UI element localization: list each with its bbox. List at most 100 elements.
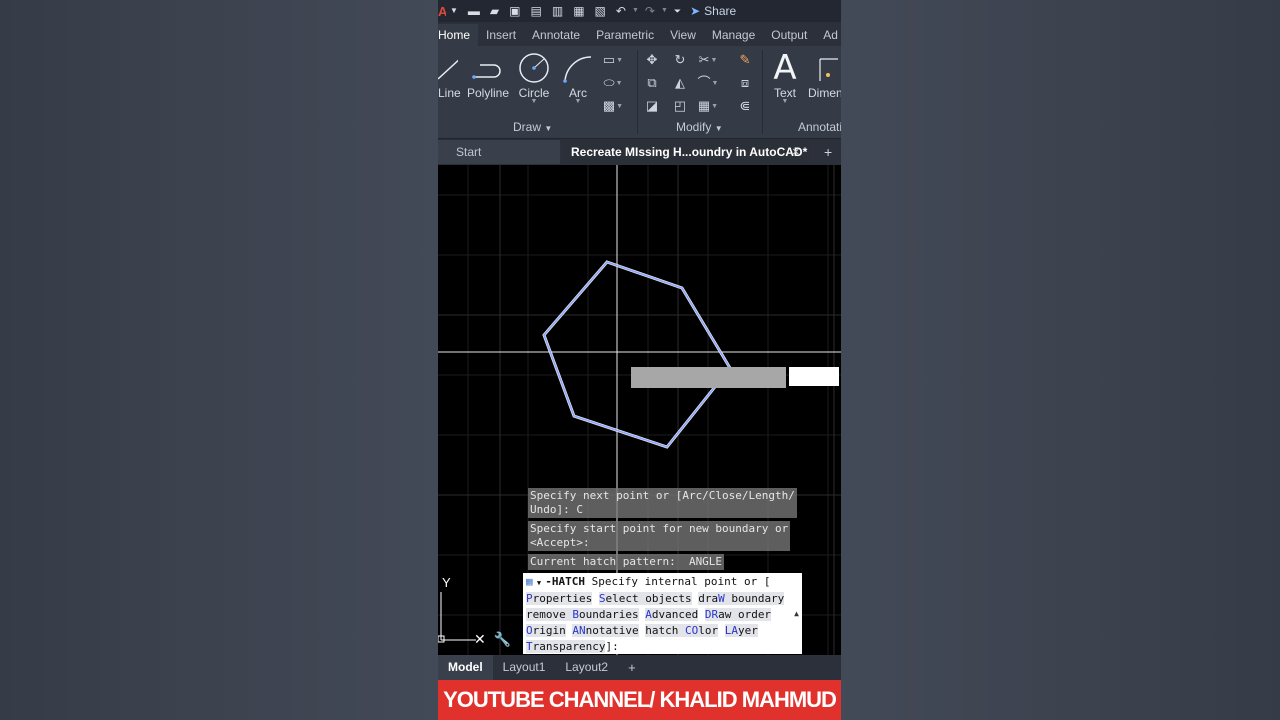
- command-history-line-1: Specify next point or [Arc/Close/Length/…: [528, 488, 797, 518]
- print-icon[interactable]: ▧: [595, 0, 606, 22]
- scroll-up-icon[interactable]: ▲: [794, 606, 799, 622]
- background-right: [841, 0, 1280, 720]
- polyline-tool-button[interactable]: Polyline: [466, 50, 510, 100]
- ribbon-tabs: Home Insert Annotate Parametric View Man…: [438, 24, 841, 46]
- ellipse-icon[interactable]: ⬭▼: [598, 73, 628, 92]
- undo-icon[interactable]: ↶: [616, 0, 626, 22]
- export-icon[interactable]: ▦: [573, 0, 584, 22]
- option-rest: lor: [698, 624, 719, 637]
- line-tool-button[interactable]: Line: [438, 50, 461, 100]
- tab-annotate[interactable]: Annotate: [524, 24, 588, 46]
- option-key: A: [645, 608, 652, 621]
- close-tab-icon[interactable]: ×: [792, 140, 800, 164]
- tab-manage[interactable]: Manage: [704, 24, 763, 46]
- option-rest: roperties: [532, 592, 593, 605]
- trim-icon[interactable]: ✂▼: [694, 50, 722, 69]
- array-icon[interactable]: ▦▼: [694, 96, 722, 115]
- option-hatch-color[interactable]: hatch COlor: [645, 624, 719, 637]
- text-tool-button[interactable]: A Text ▼: [768, 48, 802, 105]
- command-name: -HATCH: [545, 575, 586, 588]
- draw-small-tools: ▭▼ ⬭▼ ▩▼: [598, 50, 628, 115]
- modify-panel-label[interactable]: Modify ▼: [676, 120, 723, 134]
- draw-panel-label[interactable]: Draw ▼: [513, 120, 552, 134]
- copy-icon[interactable]: ⧉: [638, 73, 666, 92]
- explode-icon[interactable]: ⧈: [734, 73, 756, 92]
- app-menu-caret-icon[interactable]: ▼: [450, 0, 458, 22]
- dynamic-input-tooltip: [631, 367, 786, 388]
- tab-parametric[interactable]: Parametric: [588, 24, 662, 46]
- tab-start[interactable]: Start: [438, 140, 560, 164]
- tab-home[interactable]: Home: [438, 24, 479, 46]
- customize-wrench-icon[interactable]: 🔧: [494, 631, 511, 648]
- save-icon[interactable]: ▣: [509, 0, 520, 22]
- tab-output[interactable]: Output: [763, 24, 815, 46]
- open-folder-icon[interactable]: ▰: [490, 0, 499, 22]
- tab-layout1[interactable]: Layout1: [493, 655, 556, 680]
- stretch-icon[interactable]: ◪: [638, 96, 666, 115]
- option-remove-boundaries[interactable]: remove Boundaries: [526, 608, 639, 621]
- draw-panel-text: Draw: [513, 120, 542, 134]
- rotate-icon[interactable]: ↻: [666, 50, 694, 69]
- redo-caret-icon[interactable]: ▼: [661, 0, 668, 22]
- option-annotative[interactable]: ANnotative: [572, 624, 639, 637]
- scale-icon[interactable]: ◰: [666, 96, 694, 115]
- tab-addins[interactable]: Ad: [815, 24, 838, 46]
- recent-commands-caret-icon[interactable]: ▼: [533, 579, 546, 587]
- option-draw-order[interactable]: DRaw order: [704, 608, 772, 621]
- new-file-icon[interactable]: ▬: [468, 0, 480, 22]
- offset-icon[interactable]: ⋐: [734, 96, 756, 115]
- redo-icon[interactable]: ↷: [645, 0, 655, 22]
- circle-tool-button[interactable]: Circle ▼: [516, 50, 552, 105]
- annotation-panel-label[interactable]: Annotati: [798, 120, 841, 134]
- option-key: DR: [704, 608, 719, 621]
- fillet-icon[interactable]: ⌒▼: [694, 73, 722, 92]
- tab-layout2[interactable]: Layout2: [555, 655, 618, 680]
- command-line[interactable]: ▦ ▼ -HATCH Specify internal point or [ P…: [523, 573, 802, 654]
- autocad-logo-icon[interactable]: A: [438, 4, 446, 19]
- undo-caret-icon[interactable]: ▼: [632, 0, 639, 22]
- option-layer[interactable]: LAyer: [724, 624, 758, 637]
- option-key: LA: [724, 624, 738, 637]
- add-layout-icon[interactable]: +: [618, 655, 646, 680]
- modify-panel-text: Modify: [676, 120, 712, 134]
- tab-view[interactable]: View: [662, 24, 704, 46]
- arc-tool-button[interactable]: Arc ▼: [562, 50, 594, 105]
- polygon-boundary[interactable]: [543, 261, 731, 448]
- rectangle-icon[interactable]: ▭▼: [598, 50, 628, 69]
- share-label: Share: [704, 4, 737, 18]
- close-command-icon[interactable]: ✕: [474, 631, 486, 648]
- background-left: [0, 0, 438, 720]
- customize-caret-icon[interactable]: ⏷: [674, 0, 681, 22]
- option-select-objects[interactable]: Select objects: [598, 592, 692, 605]
- option-transparency[interactable]: Transparency: [526, 640, 606, 653]
- dimension-tool-button[interactable]: Dimen: [808, 50, 841, 100]
- option-properties[interactable]: Properties: [526, 592, 593, 605]
- option-pre: hatch: [645, 624, 685, 637]
- tab-model[interactable]: Model: [438, 655, 493, 680]
- move-icon[interactable]: ✥: [638, 50, 666, 69]
- erase-icon[interactable]: ✎: [734, 50, 756, 69]
- line-tool-label: Line: [438, 86, 461, 100]
- option-pre: dra: [698, 592, 719, 605]
- dimension-tool-label: Dimen: [808, 86, 841, 100]
- send-icon: ➤: [690, 4, 701, 18]
- polyline-tool-label: Polyline: [466, 86, 510, 100]
- save-web-icon[interactable]: ▥: [552, 0, 563, 22]
- option-rest: aw order: [718, 608, 772, 621]
- option-rest: elect objects: [605, 592, 692, 605]
- save-as-icon[interactable]: ▤: [531, 0, 542, 22]
- dynamic-input-field[interactable]: [789, 367, 839, 386]
- option-advanced[interactable]: Advanced: [645, 608, 699, 621]
- hatch-icon[interactable]: ▩▼: [598, 96, 628, 115]
- drawing-canvas[interactable]: Specify next point or [Arc/Close/Length/…: [438, 165, 841, 655]
- new-tab-icon[interactable]: +: [824, 140, 832, 164]
- option-origin[interactable]: Origin: [526, 624, 566, 637]
- modify-panel-caret-icon: ▼: [714, 124, 723, 133]
- option-draw-boundary[interactable]: draW boundary: [698, 592, 785, 605]
- share-button[interactable]: ➤ Share: [690, 4, 736, 18]
- mirror-icon[interactable]: ◭: [666, 73, 694, 92]
- tab-insert[interactable]: Insert: [478, 24, 524, 46]
- ribbon-panel: Line Polyline Circle ▼ Arc ▼ ▭▼ ⬭▼ ▩▼ ✥ …: [438, 46, 841, 139]
- tab-active-drawing[interactable]: Recreate MIssing H...oundry in AutoCAD*: [562, 140, 810, 164]
- arc-caret-icon[interactable]: ▼: [562, 98, 594, 105]
